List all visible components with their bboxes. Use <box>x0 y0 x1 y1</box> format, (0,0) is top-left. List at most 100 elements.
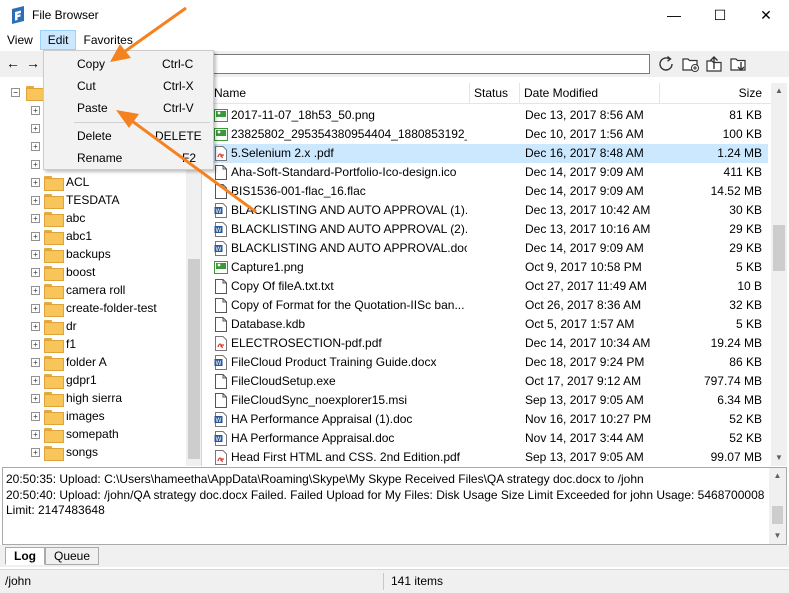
table-row[interactable]: W BLACKLISTING AND AUTO APPROVAL (1).... D… <box>206 201 768 220</box>
tree-item[interactable]: + <box>0 155 44 173</box>
tree-item[interactable]: + <box>0 137 44 155</box>
table-row[interactable]: Copy of Format for the Quotation-IISc ba… <box>206 296 768 315</box>
tree-item[interactable]: + <box>0 119 44 137</box>
table-row[interactable]: W BLACKLISTING AND AUTO APPROVAL (2).... D… <box>206 220 768 239</box>
expand-icon[interactable]: + <box>31 285 40 295</box>
column-date-modified[interactable]: Date Modified <box>520 83 660 104</box>
menu-view[interactable]: View <box>0 30 40 50</box>
window-title: File Browser <box>32 8 99 22</box>
menu-edit[interactable]: Edit <box>39 30 77 50</box>
tree-item-songs[interactable]: + songs <box>0 443 98 461</box>
tree-item-boost[interactable]: + boost <box>0 263 95 281</box>
table-row[interactable]: BIS1536-001-flac_16.flac Dec 14, 2017 9:0… <box>206 182 768 201</box>
expand-icon[interactable]: + <box>31 375 40 385</box>
menu-item-paste[interactable]: Paste Ctrl-V <box>46 97 211 119</box>
list-header: Name Status Date Modified Size <box>206 83 771 104</box>
expand-icon[interactable]: + <box>31 249 40 259</box>
tree-item-images[interactable]: + images <box>0 407 105 425</box>
tree-root[interactable]: − <box>0 83 48 101</box>
expand-icon[interactable]: + <box>31 357 40 367</box>
tree-item-camera-roll[interactable]: + camera roll <box>0 281 125 299</box>
menu-item-delete[interactable]: Delete DELETE <box>46 125 211 147</box>
menu-item-copy[interactable]: Copy Ctrl-C <box>46 53 211 75</box>
tab-queue[interactable]: Queue <box>45 547 100 565</box>
collapse-icon[interactable]: − <box>11 87 20 97</box>
table-row[interactable]: FileCloudSync_noexplorer15.msi Sep 13, 20… <box>206 391 768 410</box>
table-row[interactable]: W FileCloud Product Training Guide.docx De… <box>206 353 768 372</box>
tab-log[interactable]: Log <box>5 547 45 565</box>
maximize-button[interactable]: ☐ <box>697 0 743 30</box>
back-button[interactable]: ← <box>6 55 20 71</box>
menu-item-cut[interactable]: Cut Ctrl-X <box>46 75 211 97</box>
table-row[interactable]: Aha-Soft-Standard-Portfolio-Ico-design.i… <box>206 163 768 182</box>
tree-item-folder-a[interactable]: + folder A <box>0 353 107 371</box>
menu-favorites[interactable]: Favorites <box>76 30 139 50</box>
expand-icon[interactable]: + <box>31 213 40 223</box>
table-row[interactable]: Database.kdb Oct 5, 2017 1:57 AM 5 KB <box>206 315 768 334</box>
expand-icon[interactable]: + <box>31 321 40 331</box>
column-size[interactable]: Size <box>660 83 768 104</box>
scroll-up-icon[interactable]: ▲ <box>769 468 786 484</box>
table-row[interactable]: 5.Selenium 2.x .pdf Dec 16, 2017 8:48 AM 1… <box>206 144 768 163</box>
upload-icon[interactable] <box>705 55 725 73</box>
tree-item[interactable]: + <box>0 101 44 119</box>
file-list-scrollbar[interactable]: ▲ ▼ <box>771 83 787 466</box>
expand-icon[interactable]: + <box>31 123 40 133</box>
expand-icon[interactable]: + <box>31 159 40 169</box>
refresh-icon[interactable] <box>657 55 677 73</box>
expand-icon[interactable]: + <box>31 339 40 349</box>
file-list-scroll-thumb[interactable] <box>773 225 785 271</box>
menu-item-rename[interactable]: Rename F2 <box>46 147 211 169</box>
download-icon[interactable] <box>729 55 749 73</box>
svg-text:W: W <box>216 360 222 367</box>
column-status[interactable]: Status <box>470 83 520 104</box>
expand-icon[interactable]: + <box>31 105 40 115</box>
expand-icon[interactable]: + <box>31 267 40 277</box>
table-row[interactable]: ELECTROSECTION-pdf.pdf Dec 14, 2017 10:34… <box>206 334 768 353</box>
file-status <box>474 277 520 296</box>
table-row[interactable]: Head First HTML and CSS. 2nd Edition.pdf… <box>206 448 768 466</box>
edit-menu-dropdown: Copy Ctrl-C Cut Ctrl-X Paste Ctrl-V Dele… <box>43 50 214 170</box>
tree-item-gdpr1[interactable]: + gdpr1 <box>0 371 97 389</box>
expand-icon[interactable]: + <box>31 393 40 403</box>
new-folder-icon[interactable] <box>681 55 701 73</box>
table-row[interactable]: Copy Of fileA.txt.txt Oct 27, 2017 11:49 … <box>206 277 768 296</box>
forward-button[interactable]: → <box>26 55 40 71</box>
tree-scroll-thumb[interactable] <box>188 259 200 459</box>
log-scrollbar[interactable]: ▲ ▼ <box>769 468 786 544</box>
table-row[interactable]: Capture1.png Oct 9, 2017 10:58 PM 5 KB <box>206 258 768 277</box>
expand-icon[interactable]: + <box>31 195 40 205</box>
scroll-up-icon[interactable]: ▲ <box>771 83 787 99</box>
file-status <box>474 353 520 372</box>
tree-item-create-folder-test[interactable]: + create-folder-test <box>0 299 157 317</box>
expand-icon[interactable]: + <box>31 177 40 187</box>
expand-icon[interactable]: + <box>31 411 40 421</box>
tree-item-dr[interactable]: + dr <box>0 317 77 335</box>
log-scroll-thumb[interactable] <box>772 506 783 524</box>
table-row[interactable]: W HA Performance Appraisal (1).doc Nov 16,… <box>206 410 768 429</box>
expand-icon[interactable]: + <box>31 303 40 313</box>
expand-icon[interactable]: + <box>31 231 40 241</box>
expand-icon[interactable]: + <box>31 447 40 457</box>
table-row[interactable]: 23825802_295354380954404_1880853192_o...… <box>206 125 768 144</box>
tree-item-acl[interactable]: + ACL <box>0 173 89 191</box>
close-button[interactable]: ✕ <box>743 0 789 30</box>
expand-icon[interactable]: + <box>31 141 40 151</box>
minimize-button[interactable]: — <box>651 0 697 30</box>
expand-icon[interactable]: + <box>31 429 40 439</box>
tree-item-f1[interactable]: + f1 <box>0 335 76 353</box>
table-row[interactable]: FileCloudSetup.exe Oct 17, 2017 9:12 AM 79… <box>206 372 768 391</box>
scroll-down-icon[interactable]: ▼ <box>771 450 787 466</box>
tree-item-abc[interactable]: + abc <box>0 209 85 227</box>
tree-item-abc1[interactable]: + abc1 <box>0 227 92 245</box>
column-name[interactable]: Name <box>206 83 470 104</box>
table-row[interactable]: 2017-11-07_18h53_50.png Dec 13, 2017 8:56… <box>206 106 768 125</box>
path-input[interactable] <box>212 54 650 74</box>
table-row[interactable]: W BLACKLISTING AND AUTO APPROVAL.docx Dec … <box>206 239 768 258</box>
tree-item-backups[interactable]: + backups <box>0 245 111 263</box>
tree-item-tesdata[interactable]: + TESDATA <box>0 191 120 209</box>
tree-item-high-sierra[interactable]: + high sierra <box>0 389 122 407</box>
table-row[interactable]: W HA Performance Appraisal.doc Nov 14, 201… <box>206 429 768 448</box>
scroll-down-icon[interactable]: ▼ <box>769 528 786 544</box>
tree-item-somepath[interactable]: + somepath <box>0 425 119 443</box>
